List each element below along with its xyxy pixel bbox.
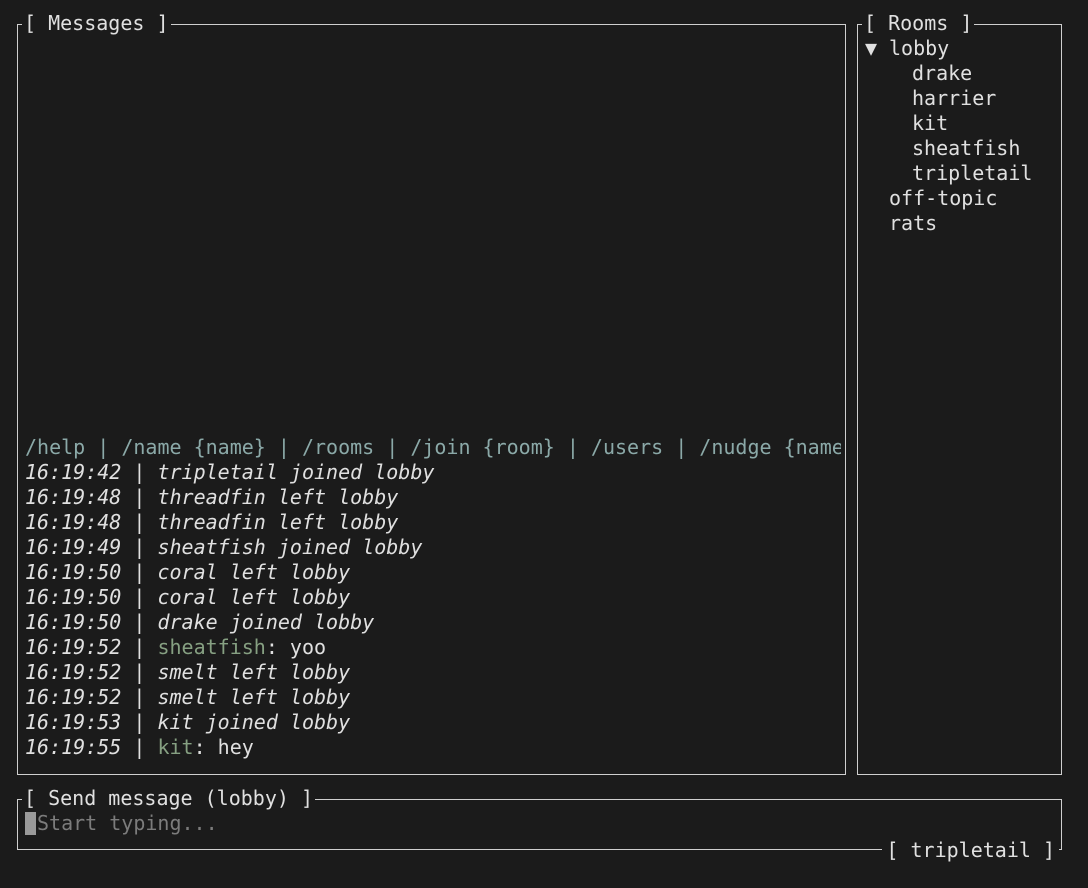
system-event-text: tripletail joined lobby	[157, 460, 435, 484]
room-item-rats[interactable]: rats	[865, 211, 1059, 236]
message-entry: 16:19:50 | coral left lobby	[25, 560, 841, 585]
message-entry: 16:19:52 | smelt left lobby	[25, 685, 841, 710]
message-entry: 16:19:52 | smelt left lobby	[25, 660, 841, 685]
message-entry: 16:19:48 | threadfin left lobby	[25, 485, 841, 510]
message-timestamp: 16:19:50	[25, 610, 122, 634]
message-timestamp: 16:19:50	[25, 560, 122, 584]
room-item-off-topic[interactable]: off-topic	[865, 186, 1059, 211]
system-event-text: threadfin left lobby	[157, 510, 399, 534]
message-separator: |	[121, 535, 158, 559]
message-separator: |	[121, 685, 158, 709]
message-timestamp: 16:19:42	[25, 460, 122, 484]
message-separator: |	[121, 585, 158, 609]
message-timestamp: 16:19:48	[25, 510, 122, 534]
rooms-panel-title: [ Rooms ]	[862, 11, 975, 36]
messages-panel-title: [ Messages ]	[22, 11, 171, 36]
message-timestamp: 16:19:49	[25, 535, 122, 559]
message-timestamp: 16:19:52	[25, 635, 122, 659]
send-panel-title: [ Send message (lobby) ]	[22, 786, 315, 811]
room-user-item[interactable]: kit	[865, 111, 1059, 136]
message-colon: :	[193, 735, 218, 759]
room-user-item[interactable]: tripletail	[865, 161, 1059, 186]
system-event-text: drake joined lobby	[157, 610, 375, 634]
rooms-tree: ▼ lobby drake harrier kit sheatfish tripletail…	[865, 36, 1059, 236]
message-text: yoo	[289, 635, 327, 659]
message-username[interactable]: sheatfish	[157, 635, 265, 659]
expand-arrow-icon[interactable]: ▼	[865, 36, 889, 61]
text-cursor	[25, 812, 36, 835]
system-event-text: kit joined lobby	[157, 710, 351, 734]
messages-panel: [ Messages ] /help | /name {name} | /roo…	[17, 11, 846, 775]
message-separator: |	[121, 510, 158, 534]
current-user-label: [ tripletail ]	[882, 838, 1059, 863]
message-entry: 16:19:50 | coral left lobby	[25, 585, 841, 610]
message-entry: 16:19:53 | kit joined lobby	[25, 710, 841, 735]
message-timestamp: 16:19:52	[25, 685, 122, 709]
message-separator: |	[121, 635, 158, 659]
message-colon: :	[265, 635, 290, 659]
message-timestamp: 16:19:48	[25, 485, 122, 509]
message-timestamp: 16:19:53	[25, 710, 122, 734]
system-event-text: threadfin left lobby	[157, 485, 399, 509]
room-user-item[interactable]: sheatfish	[865, 136, 1059, 161]
message-input[interactable]: Start typing...	[25, 811, 218, 836]
system-event-text: smelt left lobby	[157, 660, 351, 684]
message-separator: |	[121, 660, 158, 684]
rooms-panel: [ Rooms ] ▼ lobby drake harrier kit sheatfish…	[857, 11, 1062, 775]
room-user-item[interactable]: harrier	[865, 86, 1059, 111]
message-entry: 16:19:55 | kit: hey	[25, 735, 841, 760]
message-separator: |	[121, 710, 158, 734]
message-timestamp: 16:19:50	[25, 585, 122, 609]
room-name: rats	[889, 211, 938, 235]
message-entry: 16:19:49 | sheatfish joined lobby	[25, 535, 841, 560]
message-log[interactable]: /help | /name {name} | /rooms | /join {r…	[25, 435, 841, 760]
system-event-text: coral left lobby	[157, 585, 351, 609]
message-entry: 16:19:48 | threadfin left lobby	[25, 510, 841, 535]
message-timestamp: 16:19:55	[25, 735, 122, 759]
room-name: lobby	[889, 36, 950, 60]
room-user-item[interactable]: drake	[865, 61, 1059, 86]
room-name: off-topic	[889, 186, 998, 210]
message-entry: 16:19:42 | tripletail joined lobby	[25, 460, 841, 485]
message-username[interactable]: kit	[157, 735, 193, 759]
message-separator: |	[121, 610, 158, 634]
message-entry: 16:19:50 | drake joined lobby	[25, 610, 841, 635]
system-event-text: coral left lobby	[157, 560, 351, 584]
message-separator: |	[121, 460, 158, 484]
system-event-text: smelt left lobby	[157, 685, 351, 709]
message-separator: |	[121, 485, 158, 509]
message-separator: |	[121, 560, 158, 584]
room-item-lobby[interactable]: ▼ lobby	[865, 36, 1059, 61]
help-line: /help | /name {name} | /rooms | /join {r…	[25, 435, 841, 459]
message-entry: 16:19:52 | sheatfish: yoo	[25, 635, 841, 660]
message-separator: |	[121, 735, 158, 759]
message-input-placeholder: Start typing...	[37, 811, 218, 835]
send-message-panel: [ Send message (lobby) ] Start typing...…	[17, 786, 1062, 863]
message-timestamp: 16:19:52	[25, 660, 122, 684]
message-text: hey	[217, 735, 254, 759]
system-event-text: sheatfish joined lobby	[157, 535, 423, 559]
